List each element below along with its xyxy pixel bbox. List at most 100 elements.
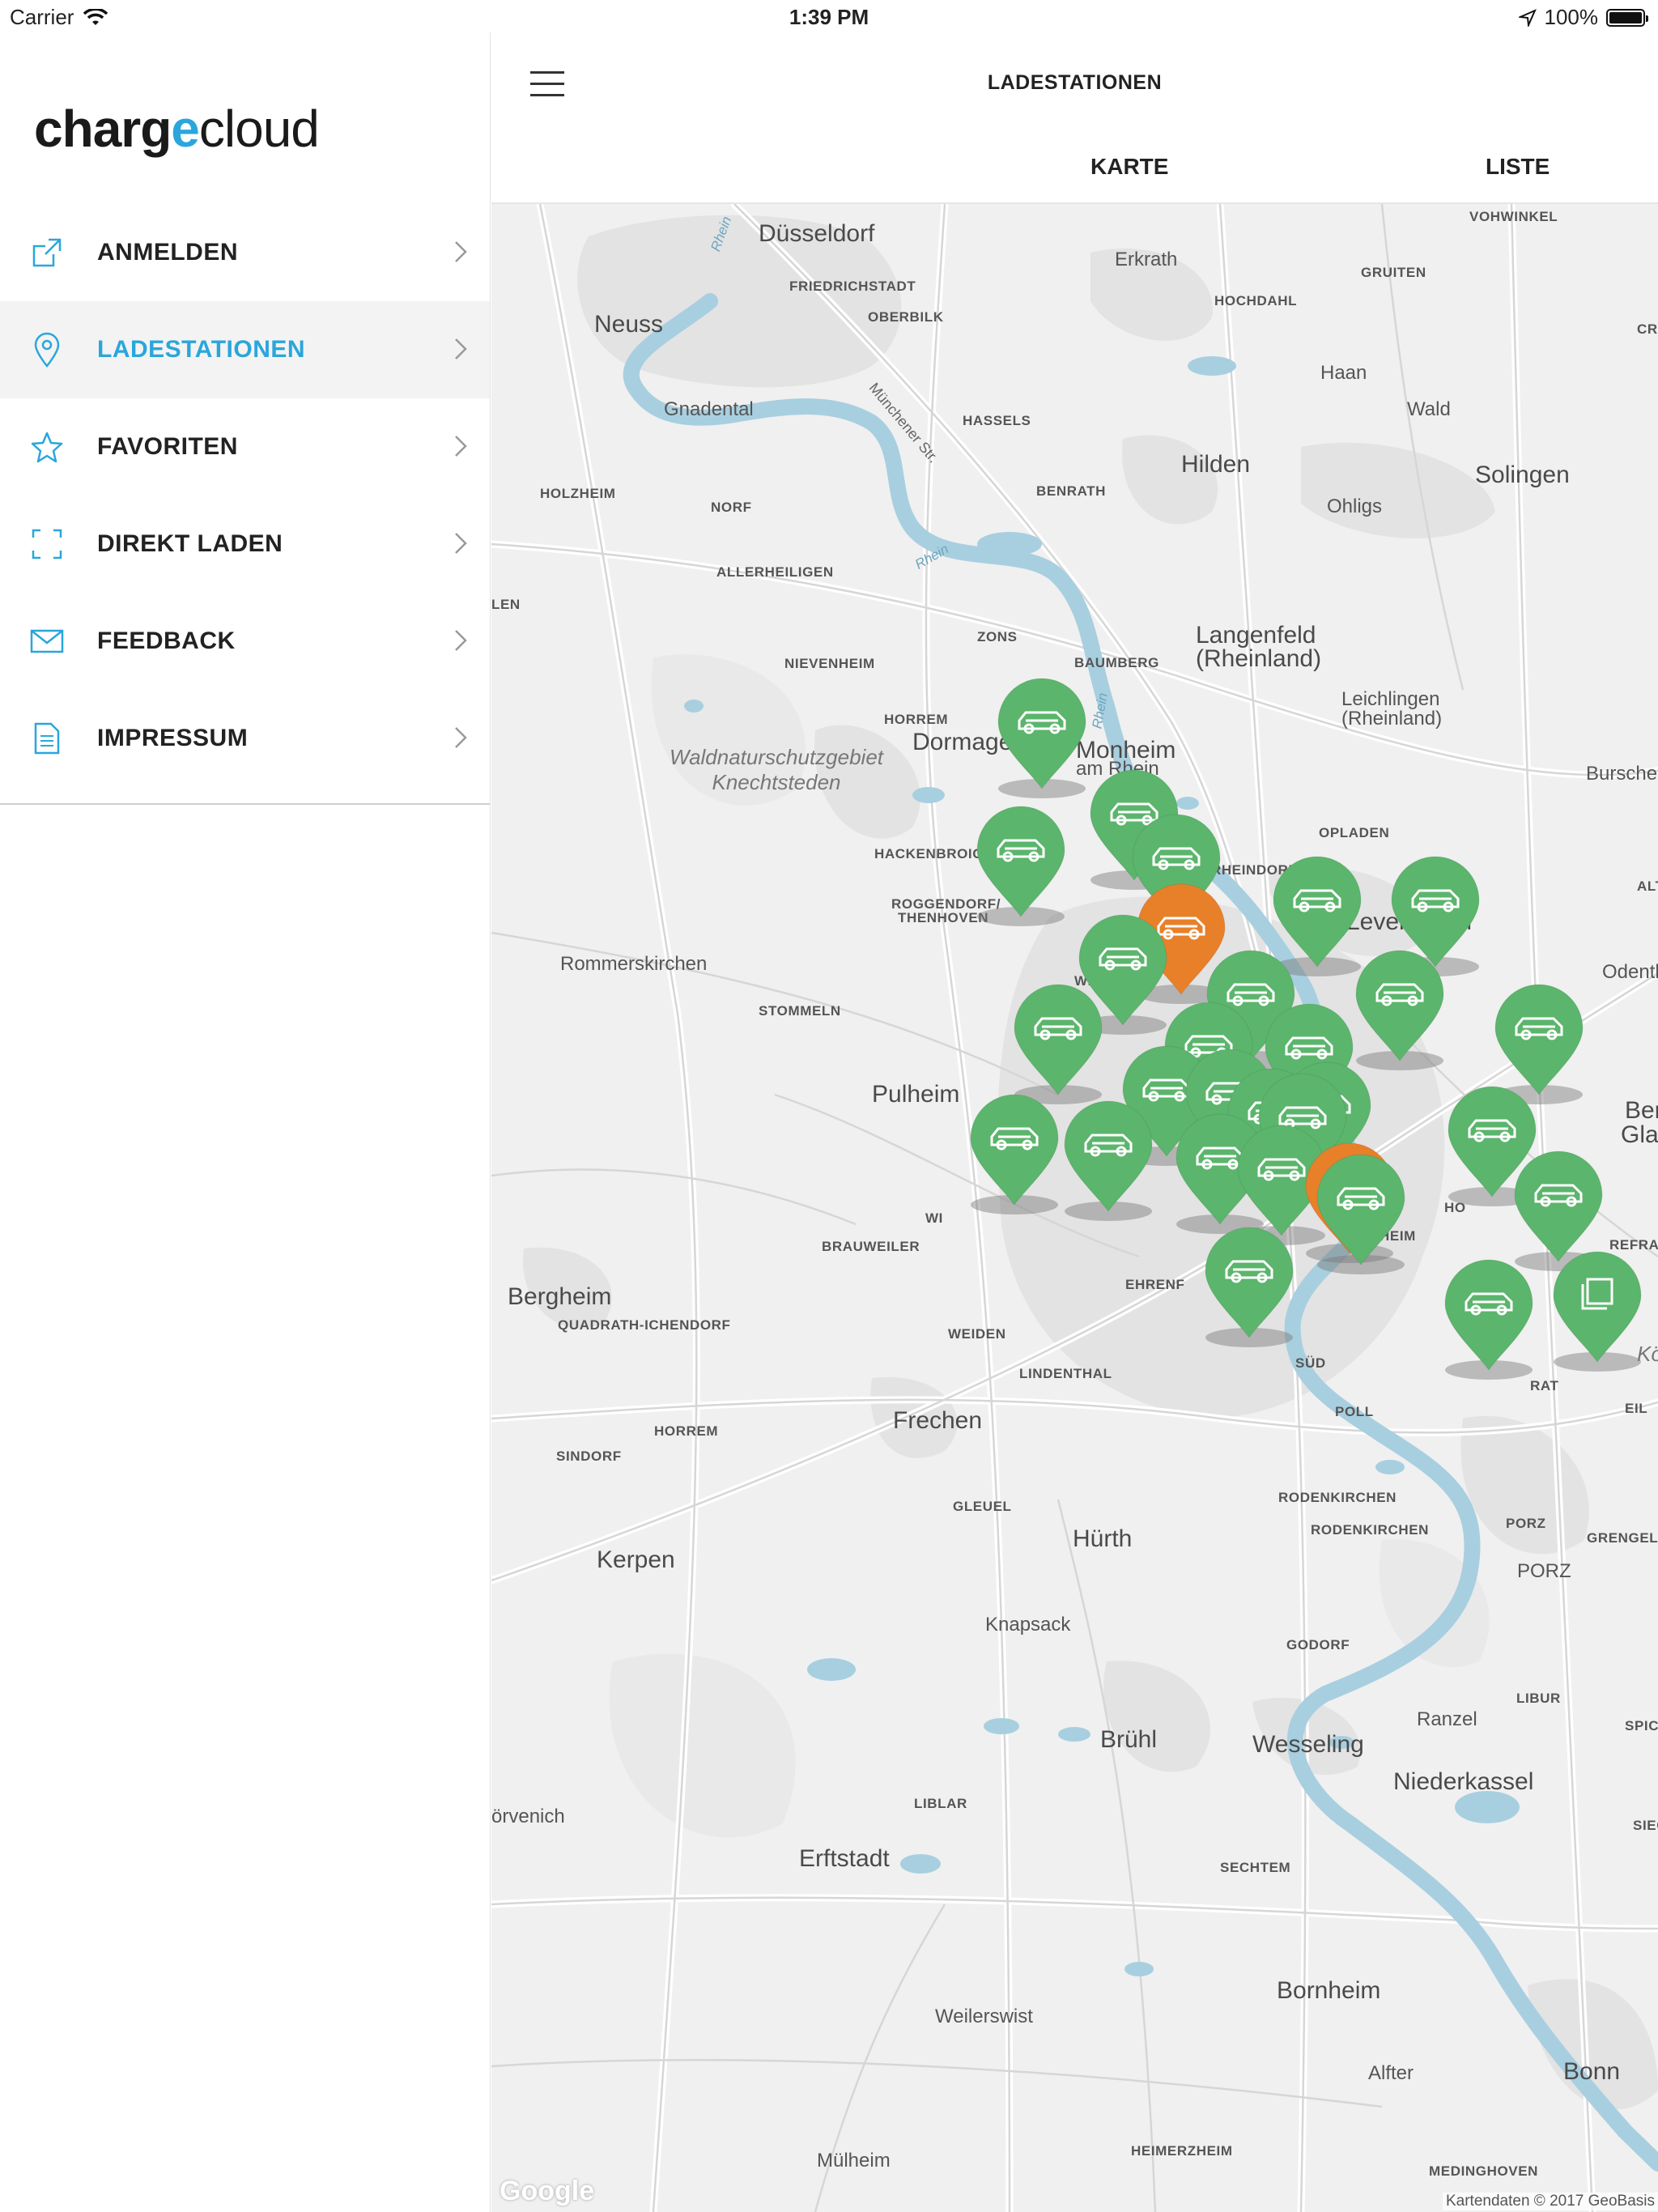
status-time: 1:39 PM bbox=[789, 5, 869, 29]
chevron-right-icon bbox=[455, 630, 467, 651]
map-place-label: GODORF bbox=[1286, 1637, 1350, 1653]
map-place-label: Wesseling bbox=[1252, 1731, 1364, 1758]
map-place-label: Haan bbox=[1320, 362, 1367, 384]
map-place-label: NORF bbox=[711, 500, 752, 515]
map-place-label: OBERBILK bbox=[868, 309, 944, 325]
map-place-label: RODENKIRCHEN bbox=[1278, 1490, 1397, 1505]
charging-station-pin[interactable] bbox=[976, 805, 1066, 926]
map-place-label: FRIEDRICHSTADT bbox=[789, 279, 916, 294]
chevron-right-icon bbox=[455, 436, 467, 457]
map-place-label: HORREM bbox=[654, 1423, 719, 1439]
map-place-label: ALT bbox=[1637, 878, 1658, 894]
map-place-label: GRENGEL bbox=[1587, 1530, 1658, 1546]
charging-station-pin[interactable] bbox=[1354, 949, 1445, 1070]
sidebar-item-label: DIREKT LADEN bbox=[97, 530, 283, 557]
charging-station-pin[interactable] bbox=[1204, 1226, 1295, 1347]
battery-icon bbox=[1606, 8, 1648, 27]
map-place-label: Hürth bbox=[1073, 1525, 1133, 1552]
chevron-right-icon bbox=[455, 533, 467, 554]
sidebar-item-label: IMPRESSUM bbox=[97, 725, 249, 751]
map-place-label: HASSELS bbox=[963, 413, 1031, 428]
map-place-label: LIBLAR bbox=[914, 1796, 967, 1811]
map-place-label: WI bbox=[925, 1210, 943, 1226]
tab-karte[interactable]: KARTE bbox=[1090, 154, 1168, 180]
map-place-label: GLEUEL bbox=[953, 1499, 1012, 1514]
map-place-label: BENRATH bbox=[1036, 483, 1107, 499]
status-bar: Carrier 1:39 PM 100% bbox=[0, 0, 1658, 32]
map-place-label: Neuss bbox=[594, 311, 664, 338]
map-place-label: CRON bbox=[1637, 321, 1658, 337]
google-logo: Google bbox=[500, 2176, 595, 2206]
sidebar-item-label: LADESTATIONEN bbox=[97, 336, 306, 363]
map-place-label: LINDENTHAL bbox=[1019, 1366, 1112, 1381]
map-place-label: (Rheinland) bbox=[1196, 645, 1322, 672]
charging-station-pin[interactable] bbox=[997, 677, 1087, 798]
sidebar-item-impressum[interactable]: IMPRESSUM bbox=[0, 690, 491, 787]
map-place-label: OPLADEN bbox=[1319, 825, 1390, 840]
sidebar-item-label: FEEDBACK bbox=[97, 627, 236, 654]
chevron-right-icon bbox=[455, 338, 467, 359]
charging-station-pin[interactable] bbox=[1013, 983, 1103, 1104]
map-place-label: SECHTEM bbox=[1220, 1860, 1291, 1875]
map-view[interactable]: Düsseldorf Erkrath VOHWINKEL FRIEDRICHSTADT… bbox=[491, 204, 1658, 2212]
sidebar-item-anmelden[interactable]: ANMELDEN bbox=[0, 204, 491, 301]
map-place-label: ZONS bbox=[977, 629, 1018, 644]
map-place-label: Rommerskirchen bbox=[560, 953, 708, 975]
map-place-label: ALLERHEILIGEN bbox=[716, 564, 834, 580]
map-place-label: WEIDEN bbox=[948, 1326, 1006, 1342]
map-place-label: HOLZHEIM bbox=[540, 486, 616, 501]
sidebar-item-feedback[interactable]: FEEDBACK bbox=[0, 593, 491, 690]
map-place-label: Pulheim bbox=[872, 1081, 960, 1108]
map-place-label: SIEG bbox=[1633, 1818, 1658, 1833]
tab-liste[interactable]: LISTE bbox=[1486, 154, 1550, 180]
map-place-label: Ben bbox=[1625, 1097, 1658, 1124]
map-place-label: Odenth bbox=[1602, 961, 1658, 983]
sidebar-item-label: ANMELDEN bbox=[97, 239, 238, 266]
map-place-label: Knapsack bbox=[985, 1614, 1071, 1636]
map-place-label: HOCHDAHL bbox=[1214, 293, 1298, 308]
map-place-label: MEDINGHOVEN bbox=[1429, 2163, 1539, 2179]
map-place-label: Niederkassel bbox=[1393, 1768, 1534, 1795]
map-place-label: LEN bbox=[491, 597, 521, 612]
map-place-label: BRAUWEILER bbox=[822, 1239, 920, 1254]
charging-station-pin[interactable] bbox=[1063, 1100, 1154, 1221]
map-place-label: Erftstadt bbox=[799, 1845, 890, 1872]
map-place-label: PORZ bbox=[1517, 1560, 1571, 1582]
map-place-label: LIBUR bbox=[1516, 1691, 1561, 1706]
map-place-label: Gnadental bbox=[664, 398, 754, 420]
sidebar-item-favoriten[interactable]: FAVORITEN bbox=[0, 398, 491, 496]
menu-divider bbox=[0, 803, 491, 805]
location-pin-icon bbox=[23, 332, 71, 368]
map-place-label: Frechen bbox=[893, 1407, 983, 1434]
map-place-label: Bornheim bbox=[1277, 1977, 1381, 2004]
map-place-label: EIL bbox=[1625, 1401, 1648, 1416]
charging-station-pin[interactable] bbox=[1316, 1153, 1406, 1274]
map-place-label: Ranzel bbox=[1417, 1708, 1477, 1730]
map-place-label: Alfter bbox=[1368, 2062, 1414, 2084]
sidebar: chargecloud ANMELDEN LADESTATIONEN FAVOR… bbox=[0, 32, 491, 2212]
map-place-label: SÜD bbox=[1295, 1355, 1326, 1371]
map-place-label: HORREM bbox=[884, 712, 949, 727]
map-place-label: Glad bbox=[1621, 1121, 1658, 1148]
charging-station-pin[interactable] bbox=[969, 1093, 1060, 1214]
map-place-label: STOMMELN bbox=[759, 1003, 841, 1019]
status-right: 100% bbox=[1518, 5, 1648, 30]
park-label: Waldnaturschutzgebiet Knechtsteden bbox=[670, 745, 884, 794]
page-title: LADESTATIONEN bbox=[987, 71, 1163, 94]
map-place-label: (Rheinland) bbox=[1341, 708, 1443, 730]
map-place-label: Hilden bbox=[1181, 451, 1251, 478]
map-credits: Kartendaten © 2017 GeoBasis bbox=[1442, 2193, 1658, 2210]
map-place-label: EHRENF bbox=[1125, 1277, 1185, 1292]
cluster-pin[interactable] bbox=[1552, 1250, 1643, 1372]
sidebar-item-direkt-laden[interactable]: DIREKT LADEN bbox=[0, 496, 491, 593]
map-place-label: GRUITEN bbox=[1361, 265, 1426, 280]
sidebar-item-ladestationen[interactable]: LADESTATIONEN bbox=[0, 301, 491, 398]
map-place-label: Brühl bbox=[1100, 1726, 1158, 1753]
chevron-right-icon bbox=[455, 727, 467, 748]
charging-station-pin[interactable] bbox=[1443, 1258, 1534, 1380]
map-place-label: Wald bbox=[1407, 398, 1451, 420]
map-place-label: POLL bbox=[1335, 1404, 1374, 1419]
location-arrow-icon bbox=[1518, 8, 1537, 27]
map-place-label: HEIMERZHEIM bbox=[1131, 2143, 1233, 2159]
chevron-right-icon bbox=[455, 241, 467, 262]
